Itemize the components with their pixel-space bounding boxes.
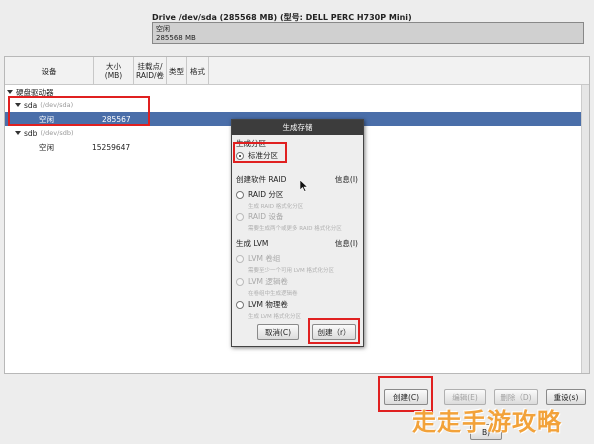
radio-icon[interactable] bbox=[236, 212, 244, 221]
disk-name: sdb bbox=[24, 128, 38, 138]
option-label: RAID 分区 bbox=[248, 190, 284, 199]
mouse-cursor-icon bbox=[300, 180, 308, 192]
radio-icon[interactable] bbox=[236, 254, 244, 263]
section-create-partition: 生成分区 bbox=[236, 139, 266, 148]
header-size[interactable]: 大小 (MB) bbox=[94, 57, 134, 85]
option-hint: 需要生成两个或更多 RAID 格式化分区 bbox=[248, 226, 342, 232]
dialog-create-button[interactable]: 创建（r） bbox=[312, 324, 356, 340]
header-type[interactable]: 类型 bbox=[167, 57, 187, 85]
disk-name: sda bbox=[24, 100, 38, 110]
disk-path: (/dev/sdb) bbox=[40, 129, 74, 137]
drive-usage-bar: 空闲 285568 MB bbox=[152, 22, 584, 44]
radio-raid-partition[interactable]: RAID 分区 bbox=[236, 189, 283, 200]
radio-checked-icon[interactable] bbox=[236, 151, 244, 160]
disk-path: (/dev/sda) bbox=[40, 101, 74, 109]
option-label: 标准分区 bbox=[248, 151, 278, 160]
tree-row-sda[interactable]: sda (/dev/sda) bbox=[5, 98, 589, 112]
option-hint: 需要至少一个可用 LVM 格式化分区 bbox=[248, 268, 334, 274]
dialog-title: 生成存储 bbox=[232, 120, 363, 135]
expand-triangle-icon[interactable] bbox=[15, 103, 21, 107]
option-label: LVM 物理卷 bbox=[248, 300, 288, 309]
row-device: 空闲 bbox=[39, 114, 54, 124]
installer-window: Drive /dev/sda (285568 MB) (型号: DELL PER… bbox=[0, 0, 594, 444]
row-device: 空闲 bbox=[39, 142, 54, 152]
radio-standard-partition[interactable]: 标准分区 bbox=[236, 150, 278, 161]
option-label: LVM 逻辑卷 bbox=[248, 277, 288, 286]
info-lvm-button[interactable]: 信息(I) bbox=[335, 238, 358, 249]
option-label: RAID 设备 bbox=[248, 212, 284, 221]
option-hint: 生成 LVM 格式化分区 bbox=[248, 314, 301, 320]
group-label: 硬盘驱动器 bbox=[16, 87, 54, 97]
header-device[interactable]: 设备 bbox=[5, 57, 94, 85]
option-hint: 生成 RAID 格式化分区 bbox=[248, 204, 304, 210]
radio-icon[interactable] bbox=[236, 300, 244, 309]
radio-lvm-logical-volume[interactable]: LVM 逻辑卷 bbox=[236, 276, 288, 287]
table-scrollbar[interactable] bbox=[581, 85, 589, 373]
dialog-cancel-button[interactable]: 取消(C) bbox=[257, 324, 299, 340]
watermark-logo: 走走手游攻略 bbox=[412, 408, 562, 436]
row-size: 15259647 bbox=[92, 142, 131, 152]
create-storage-dialog: 生成存储 生成分区 标准分区 创建软件 RAID 信息(I) RAID 分区 生… bbox=[231, 119, 364, 347]
radio-lvm-physical-volume[interactable]: LVM 物理卷 bbox=[236, 299, 288, 310]
option-hint: 在卷组中生成逻辑卷 bbox=[248, 291, 298, 297]
option-label: LVM 卷组 bbox=[248, 254, 281, 263]
drive-usage-size: 285568 MB bbox=[156, 34, 196, 42]
section-create-raid: 创建软件 RAID bbox=[236, 175, 287, 184]
drive-usage-label: 空闲 bbox=[156, 25, 170, 33]
radio-icon[interactable] bbox=[236, 190, 244, 199]
expand-triangle-icon[interactable] bbox=[7, 90, 13, 94]
header-mount[interactable]: 挂载点/ RAID/卷 bbox=[134, 57, 167, 85]
tree-row-hard-drives[interactable]: 硬盘驱动器 bbox=[5, 85, 589, 99]
expand-triangle-icon[interactable] bbox=[15, 131, 21, 135]
radio-lvm-volume-group[interactable]: LVM 卷组 bbox=[236, 253, 280, 264]
info-raid-button[interactable]: 信息(I) bbox=[335, 174, 358, 185]
radio-icon[interactable] bbox=[236, 277, 244, 286]
table-header: 设备 大小 (MB) 挂载点/ RAID/卷 类型 格式 bbox=[5, 57, 589, 85]
header-format[interactable]: 格式 bbox=[187, 57, 209, 85]
radio-raid-device[interactable]: RAID 设备 bbox=[236, 211, 283, 222]
section-create-lvm: 生成 LVM bbox=[236, 239, 269, 248]
row-size: 285567 bbox=[102, 114, 131, 124]
